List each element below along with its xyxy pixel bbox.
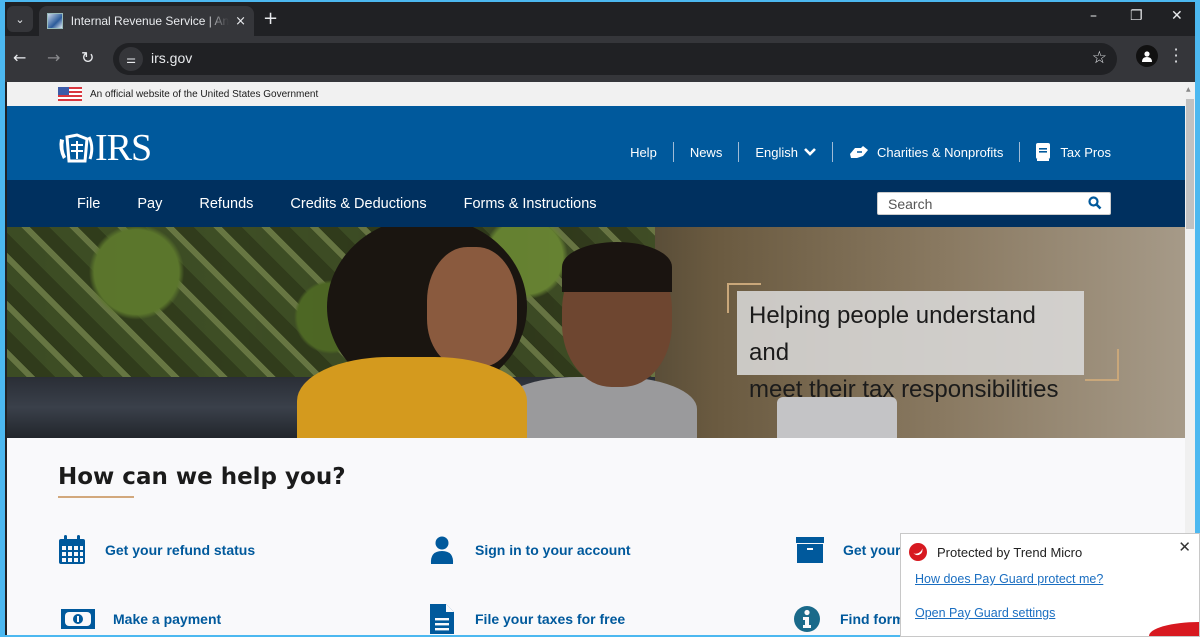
tagline-corner-decoration — [1085, 349, 1119, 381]
tagline-line-2: meet their tax responsibilities — [749, 376, 1059, 403]
hero-image-woman — [297, 357, 527, 438]
help-title: How can we help you? — [58, 464, 346, 490]
language-label: English — [755, 144, 798, 160]
tagline-line-1: Helping people understand and — [749, 302, 1036, 366]
money-icon — [61, 604, 95, 634]
payguard-settings-link[interactable]: Open Pay Guard settings — [915, 606, 1055, 620]
help-link-label: Sign in to your account — [475, 542, 631, 558]
util-taxpros-link[interactable]: Tax Pros — [1020, 143, 1111, 161]
url-text[interactable]: irs.gov — [151, 50, 192, 66]
close-window-button[interactable]: ✕ — [1171, 8, 1183, 24]
help-link-sign-in[interactable]: Sign in to your account — [427, 535, 631, 565]
close-icon[interactable]: ✕ — [1178, 538, 1191, 556]
trend-micro-popup: Protected by Trend Micro ✕ How does Pay … — [900, 533, 1200, 637]
nav-pay[interactable]: Pay — [137, 196, 162, 212]
trend-popup-title: Protected by Trend Micro — [937, 544, 1083, 560]
irs-header: IRS Help News English Charities & Nonpro… — [7, 106, 1185, 180]
help-link-get-your[interactable]: Get your — [795, 535, 901, 565]
nav-refunds[interactable]: Refunds — [199, 196, 253, 212]
irs-favicon-icon — [47, 13, 63, 29]
irs-logo-text: IRS — [95, 127, 152, 169]
help-link-label: Find form — [840, 611, 905, 627]
search-icon[interactable] — [1088, 196, 1102, 210]
site-info-icon[interactable]: ⚌ — [119, 47, 143, 71]
search-input[interactable] — [878, 193, 1078, 214]
tab-close-icon[interactable]: × — [235, 14, 246, 29]
taxpros-label: Tax Pros — [1060, 144, 1111, 160]
calendar-icon — [57, 535, 87, 565]
tab-search-button[interactable]: ⌄ — [7, 6, 33, 32]
util-help-link[interactable]: Help — [614, 145, 673, 160]
chevron-down-icon — [804, 148, 816, 156]
browser-menu-icon[interactable]: · · · — [1173, 42, 1179, 70]
user-icon — [427, 535, 457, 565]
help-link-find-forms[interactable]: Find form — [792, 604, 905, 634]
gov-banner-text: An official website of the United States… — [90, 88, 319, 100]
handshake-icon — [849, 146, 868, 158]
help-link-refund-status[interactable]: Get your refund status — [57, 535, 255, 565]
main-nav: File Pay Refunds Credits & Deductions Fo… — [7, 180, 1185, 227]
irs-logo[interactable]: IRS — [57, 126, 152, 170]
hero-banner: Helping people understand and meet their… — [7, 227, 1185, 438]
utility-nav: Help News English Charities & Nonprofits… — [614, 142, 1111, 162]
trend-swoosh-decoration — [1149, 622, 1199, 636]
trend-popup-header: Protected by Trend Micro — [909, 543, 1082, 561]
irs-eagle-icon — [59, 133, 94, 163]
title-underline — [58, 496, 134, 498]
help-link-file-free[interactable]: File your taxes for free — [427, 604, 625, 634]
minimize-button[interactable]: – — [1090, 8, 1097, 24]
hero-tagline: Helping people understand and meet their… — [737, 291, 1084, 403]
charities-label: Charities & Nonprofits — [876, 144, 1004, 160]
help-link-label: Make a payment — [113, 611, 222, 627]
profile-avatar-icon[interactable] — [1136, 45, 1158, 67]
tab-strip: ⌄ Internal Revenue Service | An official… — [5, 2, 1195, 36]
language-selector[interactable]: English — [739, 145, 832, 160]
help-link-label: Get your — [843, 542, 901, 558]
restore-button[interactable]: ❐ — [1130, 8, 1143, 24]
search-box — [877, 192, 1111, 215]
hero-image-man — [497, 377, 697, 438]
nav-credits-deductions[interactable]: Credits & Deductions — [290, 196, 426, 212]
help-link-label: Get your refund status — [105, 542, 256, 558]
help-link-label: File your taxes for free — [475, 611, 626, 627]
document-icon — [427, 604, 457, 634]
forward-button[interactable]: → — [47, 48, 60, 67]
archive-box-icon — [795, 535, 825, 565]
util-news-link[interactable]: News — [674, 145, 739, 160]
payguard-info-link[interactable]: How does Pay Guard protect me? — [915, 572, 1103, 586]
browser-tab[interactable]: Internal Revenue Service | An official w… — [39, 6, 254, 36]
scroll-up-arrow-icon[interactable]: ▲ — [1186, 86, 1191, 93]
gov-banner: An official website of the United States… — [7, 82, 1185, 106]
us-flag-icon — [58, 87, 82, 101]
browser-toolbar: ← → ↻ ⚌ irs.gov ☆ · · · — [5, 36, 1195, 82]
info-icon — [792, 604, 822, 634]
help-link-make-payment[interactable]: Make a payment — [61, 604, 221, 634]
bookmark-star-icon[interactable]: ☆ — [1092, 48, 1107, 68]
trend-micro-logo-icon — [909, 543, 927, 561]
tab-title: Internal Revenue Service | An official w… — [70, 14, 230, 28]
book-icon — [1036, 143, 1051, 161]
reload-button[interactable]: ↻ — [81, 48, 94, 67]
hero-image-woman-face — [427, 247, 517, 367]
nav-forms-instructions[interactable]: Forms & Instructions — [464, 196, 597, 212]
util-charities-link[interactable]: Charities & Nonprofits — [833, 144, 1019, 160]
hero-image-man-hair — [562, 242, 672, 292]
address-bar[interactable]: ⚌ irs.gov ☆ — [113, 43, 1117, 75]
scroll-thumb[interactable] — [1186, 99, 1194, 229]
nav-file[interactable]: File — [77, 196, 100, 212]
help-section: How can we help you? — [7, 438, 1185, 498]
new-tab-button[interactable]: + — [263, 8, 278, 29]
back-button[interactable]: ← — [13, 48, 26, 67]
